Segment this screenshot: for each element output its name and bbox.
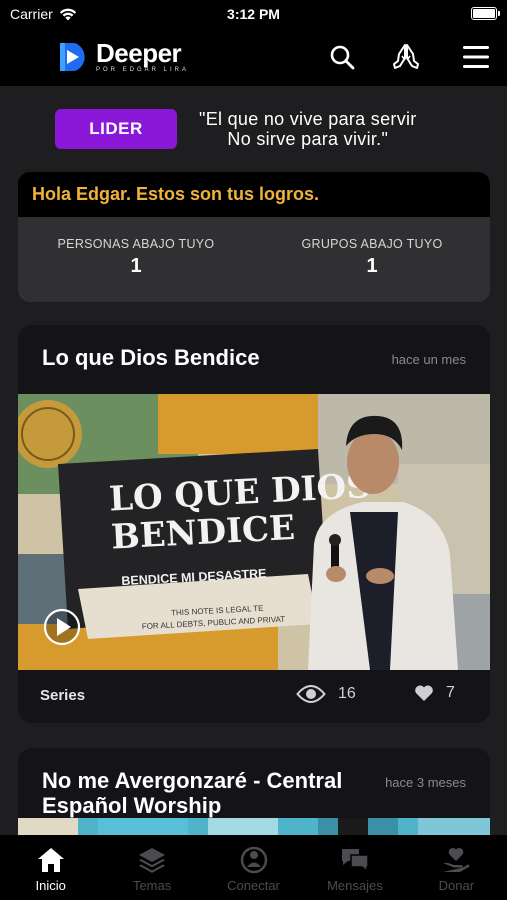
app-logo[interactable]: Deeper POR EDGAR LIRA	[58, 40, 189, 73]
leader-badge-button[interactable]: LIDER	[55, 109, 177, 149]
stat-groups: GRUPOS ABAJO TUYO 1	[254, 237, 490, 278]
menu-button[interactable]	[459, 40, 493, 74]
search-button[interactable]	[325, 40, 359, 74]
quote-line-1: "El que no vive para servir	[199, 109, 417, 129]
like-button[interactable]: 7	[414, 684, 455, 702]
prayer-button[interactable]	[389, 40, 423, 74]
views-count: 16	[338, 685, 356, 702]
stat-people: PERSONAS ABAJO TUYO 1	[18, 237, 254, 278]
likes-count: 7	[446, 684, 455, 701]
play-icon[interactable]	[43, 608, 81, 646]
stat-value: 1	[366, 255, 378, 277]
stat-label: GRUPOS ABAJO TUYO	[301, 237, 443, 251]
search-icon	[330, 45, 355, 70]
tab-inicio[interactable]: Inicio	[0, 835, 101, 900]
tab-temas[interactable]: Temas	[101, 835, 202, 900]
connect-icon	[240, 846, 267, 874]
heart-icon	[415, 685, 433, 701]
stat-label: PERSONAS ABAJO TUYO	[57, 237, 215, 251]
tab-label: Temas	[132, 878, 172, 893]
leader-row: LIDER "El que no vive para servir No sir…	[55, 108, 487, 150]
tab-label: Conectar	[227, 878, 280, 893]
tab-mensajes[interactable]: Mensajes	[304, 835, 405, 900]
achievements-stats: PERSONAS ABAJO TUYO 1 GRUPOS ABAJO TUYO …	[18, 217, 490, 278]
app-header: Deeper POR EDGAR LIRA	[0, 28, 507, 86]
logo-wordmark: Deeper	[96, 38, 182, 68]
status-bar: Carrier 3:12 PM	[0, 0, 507, 28]
achievements-title: Hola Edgar. Estos son tus logros.	[18, 172, 490, 217]
battery-icon	[471, 7, 500, 20]
deeper-logo-icon	[60, 42, 85, 71]
messages-icon	[341, 849, 369, 873]
quote-line-2: No sirve para vivir."	[227, 129, 389, 149]
post-time: hace 3 meses	[385, 775, 466, 790]
post-category[interactable]: Series	[40, 687, 85, 704]
status-time: 3:12 PM	[227, 6, 280, 22]
sermon-artwork: LO QUE DIOS BENDICE BENDICE MI DESASTRE …	[18, 394, 490, 670]
stat-value: 1	[130, 255, 142, 277]
tab-label: Mensajes	[327, 878, 383, 893]
achievements-card: Hola Edgar. Estos son tus logros. PERSON…	[18, 172, 490, 302]
views-counter: 16	[296, 684, 356, 704]
leader-quote: "El que no vive para servir No sirve par…	[199, 109, 417, 149]
menu-icon	[463, 46, 489, 68]
tab-donar[interactable]: Donar	[406, 835, 507, 900]
post-title: Lo que Dios Bendice	[42, 345, 260, 370]
post-thumbnail[interactable]: LO QUE DIOS BENDICE BENDICE MI DESASTRE …	[18, 394, 490, 670]
post-time: hace un mes	[391, 352, 466, 367]
tab-conectar[interactable]: Conectar	[203, 835, 304, 900]
post-footer: Series 16 7	[18, 670, 490, 723]
tab-bar: Inicio Temas Conectar Mensajes Donar	[0, 835, 507, 900]
home-icon	[37, 848, 64, 872]
praying-hands-icon	[393, 44, 419, 69]
tab-label: Inicio	[35, 878, 66, 893]
post-title: No me Avergonzaré - Central Español Wors…	[42, 768, 343, 818]
layers-icon	[139, 848, 166, 873]
tab-label: Donar	[438, 878, 475, 893]
eye-icon	[296, 685, 326, 703]
logo-subtitle: POR EDGAR LIRA	[96, 67, 190, 73]
post-card[interactable]: Lo que Dios Bendice hace un mes LO QUE D…	[18, 325, 490, 723]
donate-icon	[443, 847, 470, 872]
